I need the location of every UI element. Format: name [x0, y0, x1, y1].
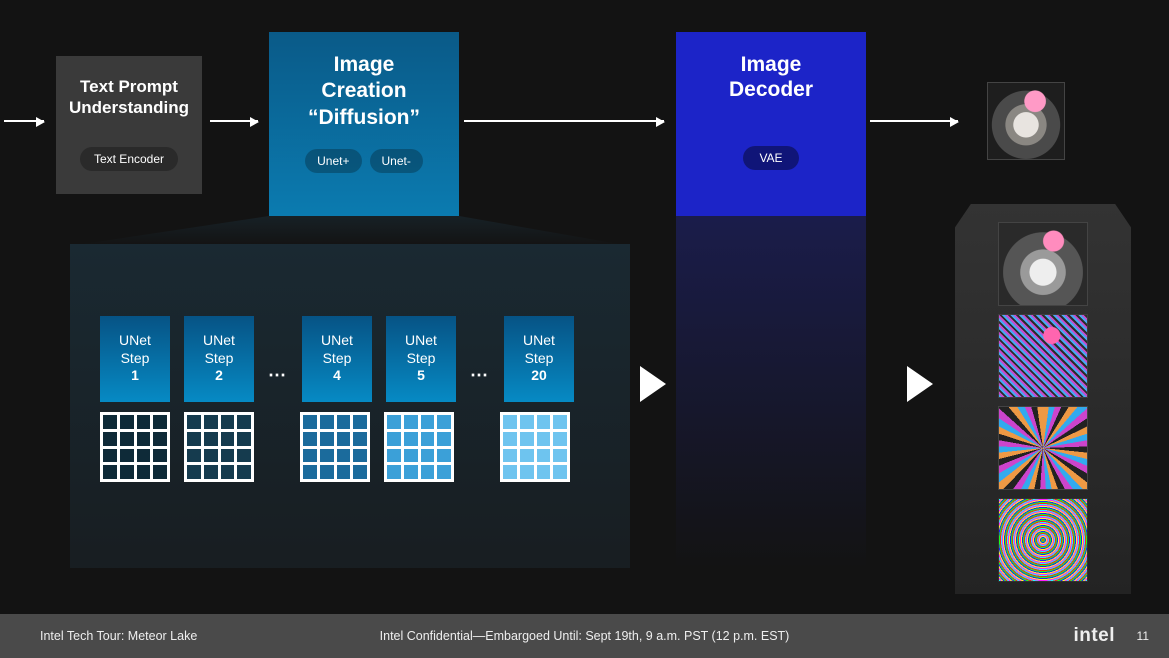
denoise-image-clear	[998, 222, 1088, 306]
denoise-image-heavy-noise	[998, 406, 1088, 490]
arrow-to-stage-3	[464, 120, 664, 122]
play-icon	[640, 366, 666, 402]
latent-grid-2	[184, 412, 254, 482]
unet-step-word: Step	[323, 350, 352, 366]
unet-detail-panel	[70, 244, 630, 568]
unet-label: UNet	[405, 332, 437, 348]
unet-step-word: Step	[121, 350, 150, 366]
latent-grid-1	[100, 412, 170, 482]
arrow-to-stage-2	[210, 120, 258, 122]
denoising-images-column	[955, 204, 1131, 594]
page-number: 11	[1137, 629, 1149, 643]
stage1-pill: Text Encoder	[80, 147, 178, 171]
ellipsis-icon: ⋯	[470, 365, 490, 386]
diffusion-expand-connector	[70, 216, 630, 246]
denoise-image-mild-noise	[998, 314, 1088, 398]
unet-label: UNet	[523, 332, 555, 348]
unet-step-num: 5	[417, 367, 425, 383]
stage3-title-line1: Image	[741, 53, 802, 76]
stage1-title: Text Prompt Understanding	[64, 76, 194, 119]
play-icon	[907, 366, 933, 402]
unet-steps-row: UNet Step 1 UNet Step 2 ⋯ UNet Step 4 UN…	[100, 316, 574, 402]
latent-grid-5	[384, 412, 454, 482]
arrow-into-stage-1	[4, 120, 44, 122]
stage2-pill-row: Unet+ Unet-	[277, 149, 451, 173]
unet-step-num: 1	[131, 367, 139, 383]
stage2-pill-unet-plus: Unet+	[305, 149, 361, 173]
unet-step-word: Step	[205, 350, 234, 366]
footer-center-text: Intel Confidential—Embargoed Until: Sept…	[380, 629, 790, 643]
stage2-title-line2: Creation	[321, 79, 406, 102]
unet-label: UNet	[119, 332, 151, 348]
unet-step-4: UNet Step 4	[302, 316, 372, 402]
stage2-title-line3: “Diffusion”	[308, 106, 420, 129]
stage3-title: Image Decoder	[684, 52, 858, 102]
stage2-title: Image Creation “Diffusion”	[277, 52, 451, 131]
unet-step-num: 4	[333, 367, 341, 383]
unet-step-1: UNet Step 1	[100, 316, 170, 402]
unet-step-word: Step	[525, 350, 554, 366]
unet-step-num: 20	[531, 367, 547, 383]
stage-text-encoder: Text Prompt Understanding Text Encoder	[56, 56, 202, 194]
footer-left-text: Intel Tech Tour: Meteor Lake	[40, 629, 197, 643]
stage1-title-line1: Text Prompt	[80, 77, 178, 96]
footer-bar: Intel Tech Tour: Meteor Lake Intel Confi…	[0, 614, 1169, 658]
unet-step-num: 2	[215, 367, 223, 383]
unet-step-2: UNet Step 2	[184, 316, 254, 402]
decoder-shadow-panel	[676, 216, 866, 568]
stage3-pill: VAE	[743, 146, 798, 170]
unet-step-word: Step	[407, 350, 436, 366]
latent-grid-4	[300, 412, 370, 482]
stage2-pill-unet-minus: Unet-	[370, 149, 423, 173]
arrow-to-output	[870, 120, 958, 122]
denoise-image-pure-noise	[998, 498, 1088, 582]
unet-step-20: UNet Step 20	[504, 316, 574, 402]
stage1-title-line2: Understanding	[69, 98, 189, 117]
ellipsis-icon: ⋯	[268, 365, 288, 386]
stage-diffusion: Image Creation “Diffusion” Unet+ Unet-	[269, 32, 459, 216]
unet-step-5: UNet Step 5	[386, 316, 456, 402]
output-image	[987, 82, 1065, 160]
unet-label: UNet	[321, 332, 353, 348]
intel-logo: intel	[1073, 625, 1115, 647]
latent-grid-20	[500, 412, 570, 482]
stage3-title-line2: Decoder	[729, 78, 813, 101]
latent-grids-row	[100, 412, 570, 482]
stage-decoder: Image Decoder VAE	[676, 32, 866, 216]
stage2-title-line1: Image	[334, 53, 395, 76]
unet-label: UNet	[203, 332, 235, 348]
